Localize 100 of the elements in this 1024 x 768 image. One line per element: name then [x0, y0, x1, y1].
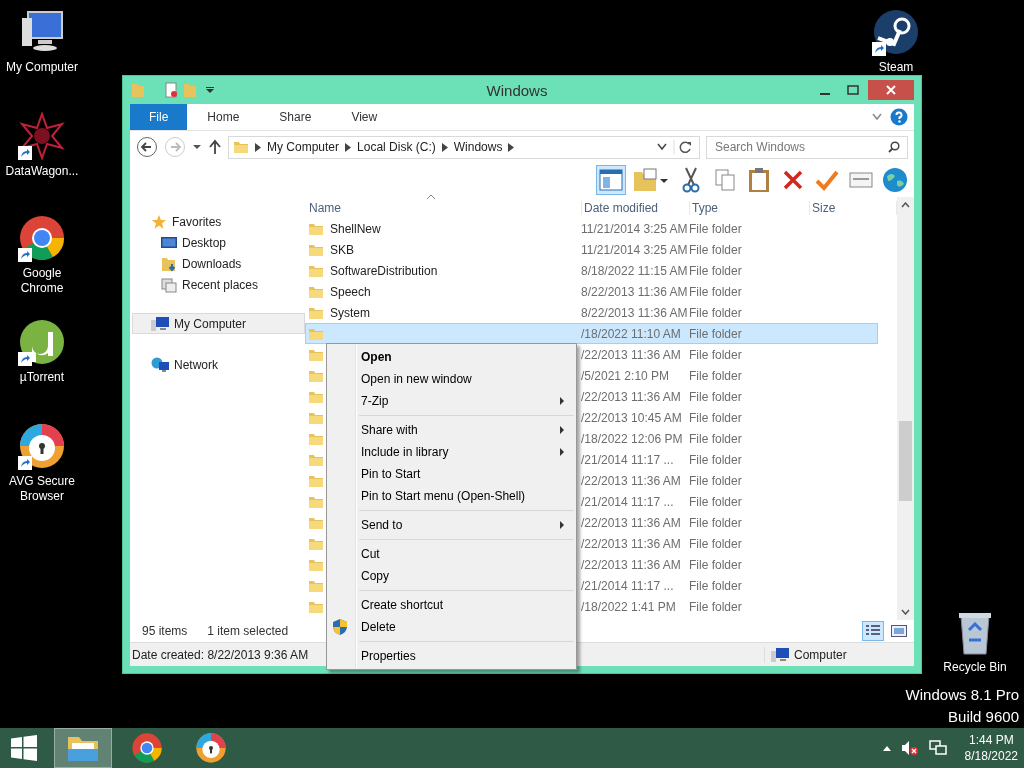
scrollbar[interactable]: [897, 197, 914, 620]
file-name: System: [330, 305, 370, 320]
toolbar-button[interactable]: [880, 165, 910, 195]
selected-file-row[interactable]: /18/2022 11:10 AM File folder: [305, 323, 878, 344]
desktop-icon-label[interactable]: My Computer: [6, 60, 78, 75]
menu-item[interactable]: 7-Zip: [329, 390, 574, 412]
type-cell-text: File folder: [689, 599, 743, 614]
nav-pane-item[interactable]: Network: [132, 354, 305, 375]
nav-pane-item[interactable]: Favorites: [132, 211, 305, 232]
date-cell-text: /22/2013 11:36 AM: [581, 557, 682, 572]
item-count: 95 items: [142, 624, 188, 638]
breadcrumb[interactable]: Local Disk (C:): [357, 140, 436, 154]
ribbon-tab[interactable]: File: [130, 104, 188, 130]
column-header[interactable]: Date modified: [582, 200, 690, 215]
desktop-icon-label[interactable]: µTorrent: [19, 370, 65, 385]
menu-item[interactable]: Properties: [329, 645, 574, 667]
date-cell-text: /18/2022 12:06 PM: [581, 431, 684, 446]
file-name: SoftwareDistribution: [330, 263, 438, 278]
date-cell-text: /18/2022 1:41 PM: [581, 599, 677, 614]
taskbar-app-button[interactable]: [54, 728, 112, 768]
envelope-icon: [849, 172, 873, 188]
muted-speaker-icon[interactable]: [900, 740, 919, 756]
ribbon-tab[interactable]: View: [331, 104, 398, 130]
close-icon: [886, 85, 896, 95]
nav-pane-item[interactable]: Recent places: [132, 274, 305, 295]
submenu-arrow-icon: [560, 521, 564, 529]
computer-icon: [151, 315, 169, 332]
recent-places-icon: [161, 276, 177, 293]
file-name: ShellNew: [330, 221, 381, 236]
menu-item[interactable]: Create shortcut: [329, 594, 574, 616]
type-cell-text: File folder: [689, 263, 743, 278]
file-name: Speech: [330, 284, 371, 299]
recent-locations-caret-icon[interactable]: [192, 143, 202, 151]
folder-dropdown-icon: [632, 168, 670, 192]
breadcrumb-arrow-icon[interactable]: [508, 142, 515, 152]
menu-item[interactable]: Copy: [329, 565, 574, 587]
desktop-icon-label[interactable]: DataWagon...: [5, 164, 79, 179]
network-status-icon[interactable]: [928, 740, 947, 756]
desktop-icon-label[interactable]: AVG Secure Browser: [0, 474, 84, 504]
computer-icon: [771, 646, 789, 663]
breadcrumb[interactable]: My Computer: [267, 140, 340, 154]
breadcrumb[interactable]: Windows: [453, 140, 503, 154]
desktop-icon-label[interactable]: Steam: [878, 60, 914, 75]
up-arrow-icon[interactable]: [208, 139, 222, 155]
desktop-icon-label[interactable]: Recycle Bin: [943, 660, 1007, 675]
search-field[interactable]: Search Windows: [706, 135, 908, 159]
menu-item[interactable]: Open in new window: [329, 368, 574, 390]
date-cell-text: /21/2014 11:17 ...: [581, 452, 675, 467]
clock[interactable]: 1:44 PM 8/18/2022: [964, 732, 1018, 764]
menu-item[interactable]: Include in library: [329, 441, 574, 463]
menu-item[interactable]: Pin to Start menu (Open-Shell): [329, 485, 574, 507]
toolbar-button[interactable]: [596, 165, 626, 195]
column-header[interactable]: Name: [307, 200, 582, 215]
column-header[interactable]: Type: [690, 200, 810, 215]
tiles-icon: [891, 625, 907, 637]
close-button[interactable]: [868, 80, 914, 100]
date-cell-text: /18/2022 11:10 AM: [581, 326, 682, 341]
date-cell-text: /21/2014 11:17 ...: [581, 494, 675, 509]
date-cell: 8/22/2013 11:36 AM: [581, 284, 689, 299]
breadcrumb-arrow-icon[interactable]: [345, 142, 352, 152]
date-cell-text: /22/2013 11:36 AM: [581, 515, 682, 530]
scrollbar-thumb[interactable]: [899, 421, 912, 501]
details-view-button[interactable]: [862, 621, 884, 641]
os-watermark-text: Windows 8.1 Pro: [905, 686, 1019, 703]
breadcrumb-arrow-icon[interactable]: [255, 142, 261, 152]
nav-pane-item[interactable]: My Computer: [132, 313, 305, 334]
menu-item[interactable]: Delete: [329, 616, 574, 638]
help-icon[interactable]: [890, 108, 908, 126]
address-bar[interactable]: My Computer Local Disk (C:) Windows: [228, 135, 700, 159]
type-cell-text: File folder: [689, 452, 743, 467]
clock-date: 8/18/2022: [964, 748, 1018, 764]
dropdown-chevron-icon[interactable]: [657, 143, 667, 151]
chrome-icon: [131, 732, 163, 764]
breadcrumb-arrow-icon[interactable]: [441, 142, 448, 152]
location-label: Computer: [794, 647, 847, 662]
search-icon: [888, 141, 900, 153]
type-cell-text: File folder: [689, 494, 743, 509]
desktop-icon-label[interactable]: Google Chrome: [0, 266, 84, 296]
type-cell-text: File folder: [689, 389, 743, 404]
date-cell-text: /22/2013 11:36 AM: [581, 536, 682, 551]
menu-item[interactable]: Open: [329, 346, 574, 368]
clipboard-icon: [748, 167, 770, 193]
type-cell-text: File folder: [689, 326, 743, 341]
menu-item[interactable]: Send to: [329, 514, 574, 536]
date-cell: 11/21/2014 3:25 AM: [581, 221, 689, 236]
nav-pane-item[interactable]: Desktop: [132, 232, 305, 253]
ribbon-tab[interactable]: Home: [187, 104, 260, 130]
chevron-down-icon[interactable]: [872, 113, 882, 121]
menu-item[interactable]: Cut: [329, 543, 574, 565]
date-cell-text: /5/2021 2:10 PM: [581, 368, 671, 383]
menu-item[interactable]: Share with: [329, 419, 574, 441]
ribbon-tab[interactable]: Share: [259, 104, 332, 130]
show-hidden-icons-caret-icon[interactable]: [882, 745, 891, 751]
back-button[interactable]: [136, 136, 158, 158]
nav-pane-item[interactable]: Downloads: [132, 253, 305, 274]
type-cell-text: File folder: [689, 536, 743, 551]
menu-item[interactable]: Pin to Start: [329, 463, 574, 485]
date-cell: 11/21/2014 3:25 AM: [581, 242, 689, 257]
folder-icon: [233, 139, 249, 155]
selection-count: 1 item selected: [207, 624, 289, 638]
